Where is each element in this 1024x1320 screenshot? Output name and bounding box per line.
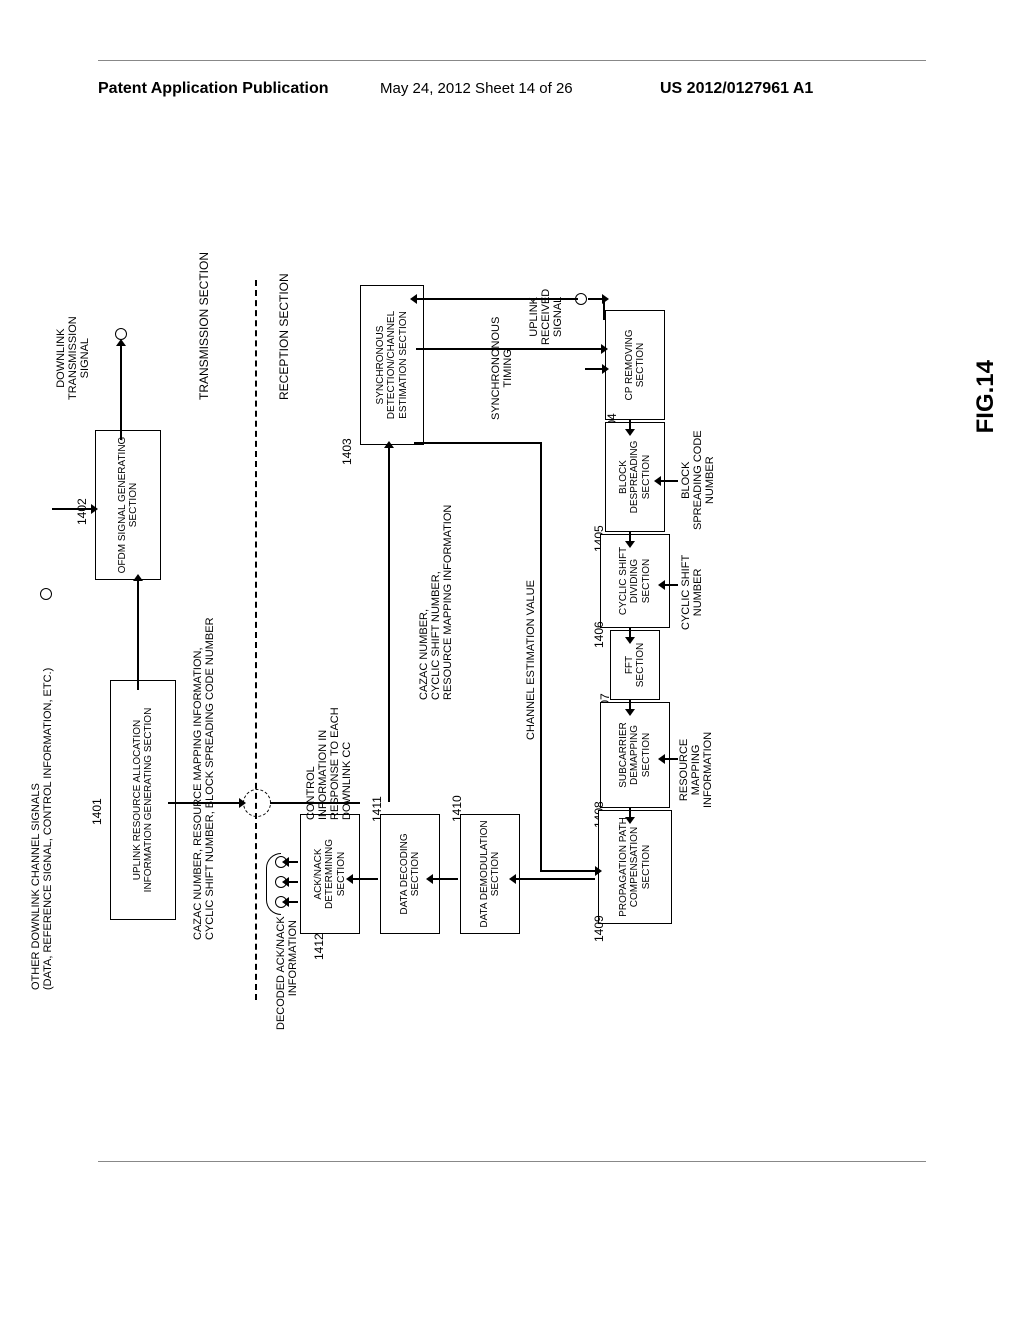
ref-1409: 1409 (592, 915, 606, 942)
section-divider (255, 280, 257, 1000)
block-1411-text: DATA DECODING SECTION (399, 819, 422, 929)
block-1405-text: BLOCK DESPREADING SECTION (618, 427, 653, 527)
label-transmission-section: TRANSMISSION SECTION (198, 252, 211, 400)
conn-ack3 (288, 861, 298, 863)
block-1402: OFDM SIGNAL GENERATING SECTION (95, 430, 161, 580)
block-1409-text: PROPAGATION PATH COMPENSATION SECTION (618, 815, 653, 919)
conn-ack1 (288, 901, 298, 903)
conn-chanest-h (540, 442, 542, 872)
figure-label: FIG.14 (972, 360, 1000, 433)
label-other-downlink: OTHER DOWNLINK CHANNEL SIGNALS (DATA, RE… (30, 668, 54, 990)
conn-1410-1411 (432, 878, 458, 880)
conn-ack2 (288, 881, 298, 883)
conn-uplink-1403 (416, 298, 576, 300)
conn-1407-1408 (629, 700, 631, 710)
header-left: Patent Application Publication (98, 80, 329, 98)
conn-chanest-v (414, 442, 542, 444)
conn-1409-1410 (515, 878, 595, 880)
block-1404: CP REMOVING SECTION (605, 310, 665, 420)
block-1409: PROPAGATION PATH COMPENSATION SECTION (598, 810, 672, 924)
block-1410-text: DATA DEMODULATION SECTION (479, 819, 502, 929)
conn-1408-1409 (629, 808, 631, 818)
label-sync-timing: SYNCHRONONOUS TIMING (490, 317, 514, 420)
conn-1404-1405 (629, 420, 631, 430)
block-1401: UPLINK RESOURCE ALLOCATION INFORMATION G… (110, 680, 176, 920)
conn-in-1404c (585, 368, 603, 370)
block-1402-text: OFDM SIGNAL GENERATING SECTION (117, 435, 140, 575)
label-decoded-acknack: DECODED ACK/NACK INFORMATION (275, 920, 299, 1030)
label-downlink-tx: DOWNLINK TRANSMISSION SIGNAL (55, 316, 91, 400)
conn-otherdl-1402 (52, 508, 92, 510)
ref-1412: 1412 (312, 933, 326, 960)
conn-1401-down (168, 802, 240, 804)
header-right: US 2012/0127961 A1 (660, 80, 813, 98)
ref-1406: 1406 (592, 621, 606, 648)
conn-1402-out (120, 345, 122, 440)
acknack-bracket (266, 853, 281, 915)
block-1403: SYNCHRONOUS DETECTION/CHANNEL ESTIMATION… (360, 285, 424, 445)
conn-1406-1407 (629, 628, 631, 638)
block-1407: FFT SECTION (610, 630, 660, 700)
dashed-passthrough-circle (243, 789, 271, 817)
label-block-spreading: BLOCK SPREADING CODE NUMBER (680, 430, 716, 530)
ref-1401: 1401 (90, 798, 104, 825)
block-diagram: OTHER DOWNLINK CHANNEL SIGNALS (DATA, RE… (20, 280, 960, 1000)
block-1412-text: ACK/NACK DETERMINING SECTION (313, 819, 348, 929)
conn-chanest-1409 (540, 870, 596, 872)
conn-1411-1412 (352, 878, 378, 880)
conn-1403-1404 (416, 348, 602, 350)
ref-1411: 1411 (370, 796, 384, 822)
conn-uplink-node (576, 298, 578, 300)
block-1401-text: UPLINK RESOURCE ALLOCATION INFORMATION G… (132, 685, 155, 915)
header-center: May 24, 2012 Sheet 14 of 26 (380, 80, 573, 97)
port-other-downlink (40, 588, 52, 600)
page: Patent Application Publication May 24, 2… (0, 0, 1024, 1320)
conn-bus-1403 (388, 447, 390, 802)
conn-in-1404a (588, 298, 603, 300)
conn-in-1404b (603, 300, 605, 320)
block-1403-text: SYNCHRONOUS DETECTION/CHANNEL ESTIMATION… (375, 290, 410, 440)
label-reception-section: RECEPTION SECTION (278, 273, 291, 400)
block-1404-text: CP REMOVING SECTION (624, 315, 647, 415)
block-1406-text: CYCLIC SHIFT DIVIDING SECTION (618, 539, 653, 623)
block-1407-text: FFT SECTION (624, 635, 647, 695)
conn-cycshift-1406 (664, 584, 678, 586)
label-resource-map: RESOURCE MAPPING INFORMATION (678, 732, 714, 808)
ref-1410: 1410 (450, 795, 464, 822)
conn-resmap-1408 (664, 758, 678, 760)
label-cazac-line: CAZAC NUMBER, RESOURCE MAPPING INFORMATI… (192, 617, 216, 940)
ref-1402: 1402 (75, 498, 89, 525)
conn-1401-bus-v (270, 802, 360, 804)
ref-1403: 1403 (340, 438, 354, 465)
block-1408-text: SUBCARRIER DEMAPPING SECTION (618, 707, 653, 803)
label-cyclic-shift: CYCLIC SHIFT NUMBER (680, 555, 704, 630)
conn-blkspr-1405 (660, 480, 678, 482)
conn-1401-1402 (137, 580, 139, 690)
conn-1405-1406 (629, 532, 631, 542)
label-channel-est: CHANNEL ESTIMATION VALUE (525, 580, 537, 740)
label-cazac-cyc-res: CAZAC NUMBER, CYCLIC SHIFT NUMBER, RESOU… (418, 505, 454, 700)
